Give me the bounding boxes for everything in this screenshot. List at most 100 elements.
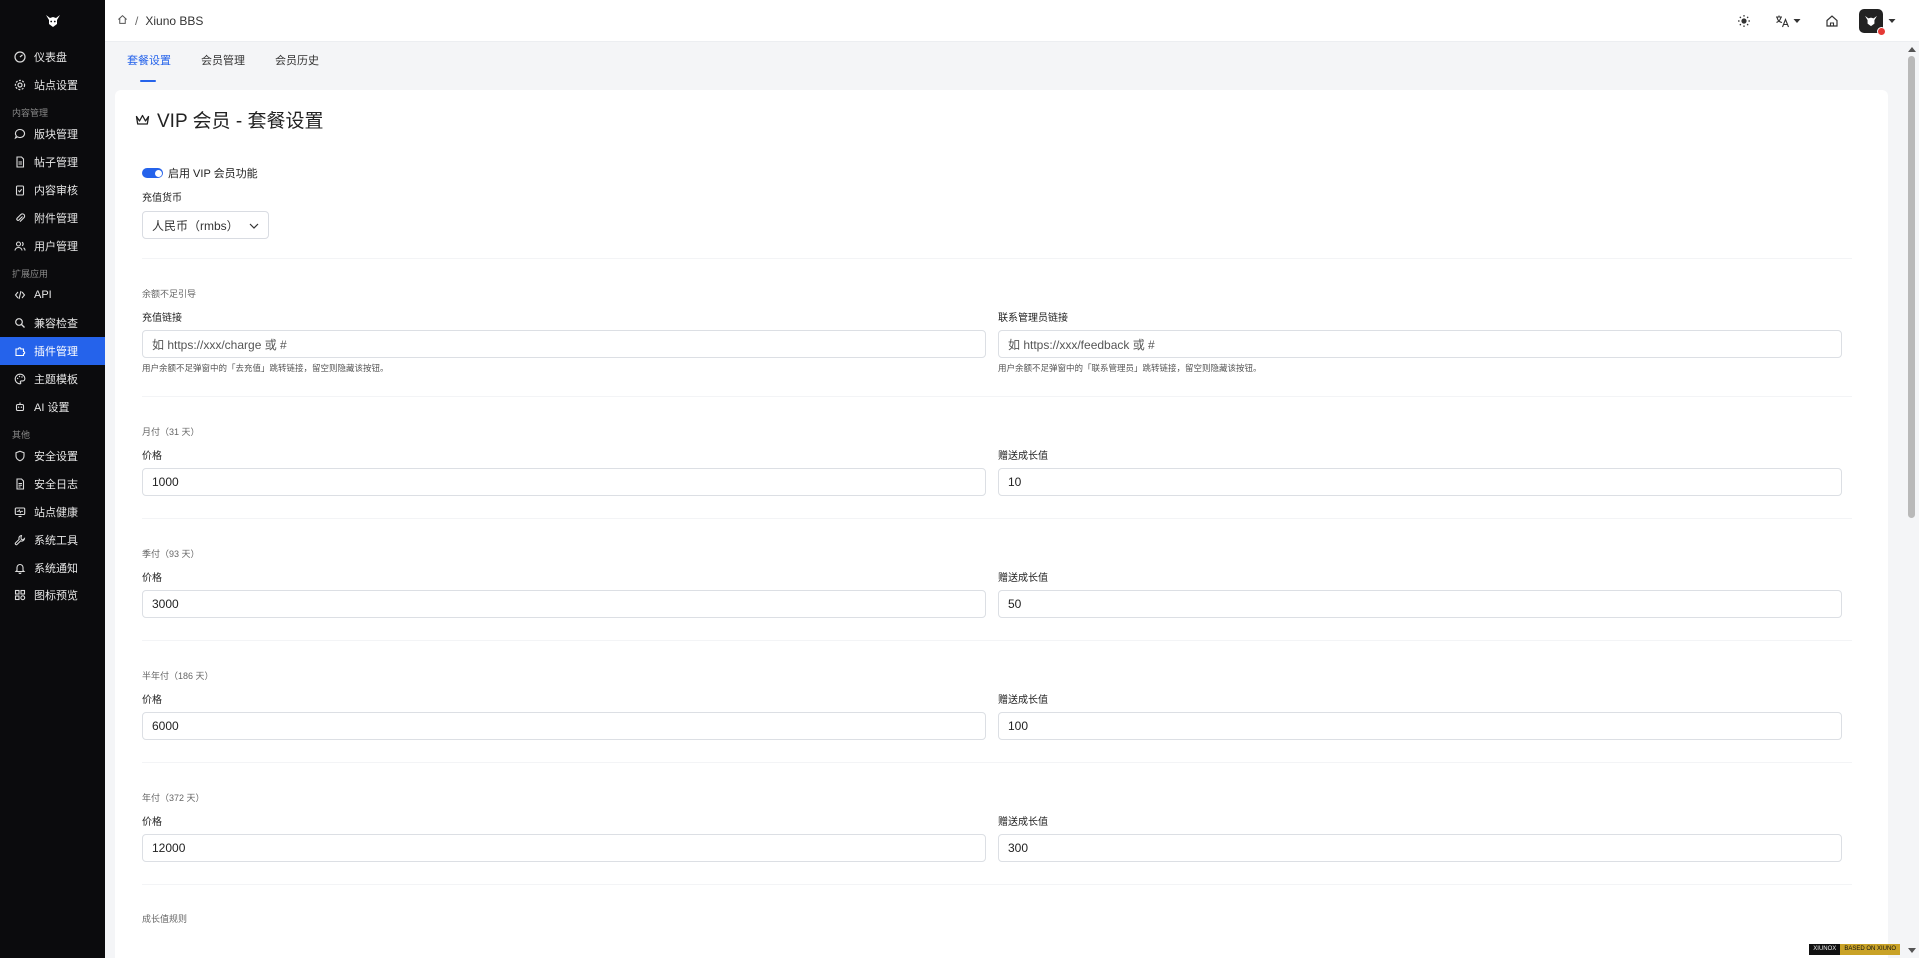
sidebar-item-label: 仪表盘 bbox=[34, 51, 67, 64]
tab-member-history[interactable]: 会员历史 bbox=[275, 52, 319, 88]
home-icon[interactable] bbox=[117, 14, 128, 28]
sidebar-item-label: 主题模板 bbox=[34, 373, 78, 386]
top-actions bbox=[1719, 8, 1897, 36]
sidebar-item-users[interactable]: 用户管理 bbox=[0, 232, 105, 260]
caret-down-icon bbox=[1793, 19, 1801, 23]
sidebar-item-compat-check[interactable]: 兼容检查 bbox=[0, 309, 105, 337]
currency-select-value: 人民币（rmbs） bbox=[152, 218, 239, 233]
scroll-down-icon[interactable] bbox=[1908, 948, 1916, 953]
sidebar-item-system-tools[interactable]: 系统工具 bbox=[0, 526, 105, 554]
sidebar-item-moderation[interactable]: 内容审核 bbox=[0, 176, 105, 204]
sidebar-item-label: 安全设置 bbox=[34, 451, 78, 464]
sidebar-item-forums[interactable]: 版块管理 bbox=[0, 121, 105, 149]
wrench-icon bbox=[13, 533, 27, 547]
tab-member-management[interactable]: 会员管理 bbox=[201, 52, 245, 88]
sidebar-item-plugins[interactable]: 插件管理 bbox=[0, 337, 105, 365]
sidebar-item-themes[interactable]: 主题模板 bbox=[0, 365, 105, 393]
crown-icon bbox=[135, 114, 150, 126]
scroll-up-icon[interactable] bbox=[1908, 47, 1916, 52]
front-home-button[interactable] bbox=[1817, 8, 1847, 34]
user-menu-button[interactable] bbox=[1857, 8, 1897, 36]
sidebar-group-title: 扩展应用 bbox=[12, 268, 49, 279]
insufficient-balance-section: 余额不足引导 充值链接 如 https://xxx/charge 或 # 用户余… bbox=[142, 287, 1852, 374]
sidebar-item-security-log[interactable]: 安全日志 bbox=[0, 470, 105, 498]
growth-input[interactable]: 300 bbox=[998, 834, 1842, 862]
theme-toggle-button[interactable] bbox=[1729, 8, 1759, 34]
paperclip-icon bbox=[13, 211, 27, 225]
divider bbox=[142, 396, 1852, 397]
sidebar-group-title: 内容管理 bbox=[12, 107, 49, 118]
growth-label: 赠送成长值 bbox=[998, 451, 1048, 462]
charge-link-label: 充值链接 bbox=[142, 313, 182, 324]
price-label: 价格 bbox=[142, 573, 162, 584]
plan-title: 半年付（186 天） bbox=[142, 671, 214, 681]
price-label: 价格 bbox=[142, 817, 162, 828]
currency-select[interactable]: 人民币（rmbs） bbox=[142, 211, 269, 239]
currency-label: 充值货币 bbox=[142, 193, 182, 204]
plan-yearly-section: 年付（372 天） 价格 12000 赠送成长值 300 bbox=[142, 791, 1852, 862]
language-button[interactable] bbox=[1769, 8, 1807, 34]
palette-icon bbox=[13, 372, 27, 386]
code-icon bbox=[13, 288, 27, 302]
sidebar-item-label: 兼容检查 bbox=[34, 318, 78, 331]
sidebar-item-ai-settings[interactable]: AI 设置 bbox=[0, 393, 105, 421]
sidebar-item-icon-preview[interactable]: 图标预览 bbox=[0, 582, 105, 610]
price-input[interactable]: 12000 bbox=[142, 834, 986, 862]
house-icon bbox=[1826, 15, 1838, 27]
sidebar-item-site-health[interactable]: 站点健康 bbox=[0, 498, 105, 526]
bell-icon bbox=[13, 561, 27, 575]
section-title: 余额不足引导 bbox=[142, 289, 197, 299]
logo[interactable] bbox=[0, 0, 105, 42]
divider bbox=[142, 518, 1852, 519]
general-section: 启用 VIP 会员功能 充值货币 人民币（rmbs） bbox=[142, 165, 1852, 239]
scrollbar-thumb[interactable] bbox=[1908, 56, 1915, 518]
price-input[interactable]: 1000 bbox=[142, 468, 986, 496]
page-title-text: VIP 会员 - 套餐设置 bbox=[157, 111, 324, 132]
puzzle-icon bbox=[13, 344, 27, 358]
sidebar-item-dashboard[interactable]: 仪表盘 bbox=[0, 43, 105, 71]
price-label: 价格 bbox=[142, 695, 162, 706]
sidebar-item-label: 插件管理 bbox=[34, 346, 78, 359]
sidebar-item-attachments[interactable]: 附件管理 bbox=[0, 204, 105, 232]
sidebar-item-posts[interactable]: 帖子管理 bbox=[0, 148, 105, 176]
sidebar-item-label: 安全日志 bbox=[34, 479, 78, 492]
admin-link-label: 联系管理员链接 bbox=[998, 313, 1068, 324]
users-icon bbox=[13, 239, 27, 253]
chevron-down-icon bbox=[249, 218, 259, 232]
growth-input[interactable]: 50 bbox=[998, 590, 1842, 618]
vip-enable-toggle[interactable] bbox=[142, 168, 163, 178]
sun-icon bbox=[1738, 15, 1750, 27]
charge-link-input[interactable]: 如 https://xxx/charge 或 # bbox=[142, 330, 986, 358]
plan-title: 年付（372 天） bbox=[142, 793, 205, 803]
admin-link-input[interactable]: 如 https://xxx/feedback 或 # bbox=[998, 330, 1842, 358]
breadcrumb-site[interactable]: Xiuno BBS bbox=[145, 14, 203, 28]
sidebar-item-label: AI 设置 bbox=[34, 401, 70, 414]
status-badge bbox=[1876, 27, 1886, 36]
growth-input[interactable]: 100 bbox=[998, 712, 1842, 740]
sidebar-item-api[interactable]: API bbox=[0, 282, 105, 310]
gauge-icon bbox=[13, 50, 27, 64]
plan-title: 月付（31 天） bbox=[142, 427, 200, 437]
divider bbox=[142, 258, 1852, 259]
tab-plan-settings[interactable]: 套餐设置 bbox=[127, 52, 171, 88]
page-scrollbar[interactable] bbox=[1905, 42, 1919, 958]
price-input[interactable]: 3000 bbox=[142, 590, 986, 618]
sidebar-item-site-settings[interactable]: 站点设置 bbox=[0, 71, 105, 99]
plan-title: 季付（93 天） bbox=[142, 549, 200, 559]
tab-bar: 套餐设置 会员管理 会员历史 bbox=[105, 42, 1899, 88]
grid-icon bbox=[13, 588, 27, 602]
sidebar-item-label: 图标预览 bbox=[34, 590, 78, 603]
sidebar-item-notifications[interactable]: 系统通知 bbox=[0, 554, 105, 582]
admin-link-hint: 用户余额不足弹窗中的「联系管理员」跳转链接，留空则隐藏该按钮。 bbox=[998, 363, 1262, 373]
vip-enable-label: 启用 VIP 会员功能 bbox=[168, 168, 258, 180]
settings-card: VIP 会员 - 套餐设置 启用 VIP 会员功能 充值货币 人民币（rmbs）… bbox=[115, 90, 1888, 958]
plan-quarterly-section: 季付（93 天） 价格 3000 赠送成长值 50 bbox=[142, 547, 1852, 618]
growth-input[interactable]: 10 bbox=[998, 468, 1842, 496]
price-input[interactable]: 6000 bbox=[142, 712, 986, 740]
sidebar-item-security-settings[interactable]: 安全设置 bbox=[0, 443, 105, 471]
divider bbox=[142, 884, 1852, 885]
divider bbox=[142, 640, 1852, 641]
plan-monthly-section: 月付（31 天） 价格 1000 赠送成长值 10 bbox=[142, 425, 1852, 496]
growth-label: 赠送成长值 bbox=[998, 695, 1048, 706]
page-title: VIP 会员 - 套餐设置 bbox=[135, 106, 323, 133]
